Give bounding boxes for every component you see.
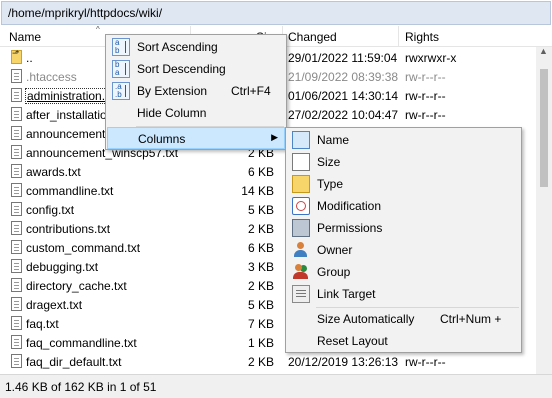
file-changed: 20/12/2019 13:26:13 <box>288 355 399 369</box>
column-divider[interactable] <box>398 26 399 46</box>
file-icon <box>11 183 22 197</box>
status-text: 1.46 KB of 162 KB in 1 of 51 <box>5 380 157 394</box>
size-automatically-menu-item[interactable]: Size Automatically Ctrl+Num + <box>287 308 520 330</box>
file-icon <box>11 354 22 368</box>
sort-descending-icon: ba <box>112 60 130 78</box>
table-row[interactable]: faq_dir_default.txt 2 KB 20/12/2019 13:2… <box>0 352 536 371</box>
path-bar[interactable]: /home/mprikryl/httpdocs/wiki/ <box>1 1 551 25</box>
parent-folder-icon <box>11 48 22 64</box>
lock-icon <box>292 219 310 237</box>
column-toggle-modification[interactable]: Modification <box>287 195 520 217</box>
status-bar: 1.46 KB of 162 KB in 1 of 51 <box>0 374 552 398</box>
file-name: debugging.txt <box>26 260 99 274</box>
file-rights: rw-r--r-- <box>405 70 446 84</box>
file-name: awards.txt <box>26 165 81 179</box>
file-size: 2 KB <box>247 279 274 293</box>
file-changed: 01/06/2021 14:30:14 <box>288 89 399 103</box>
sort-descending-menu-item[interactable]: ba Sort Descending <box>107 58 285 80</box>
file-size: 3 KB <box>247 260 274 274</box>
file-size: 1 KB <box>247 336 274 350</box>
columns-submenu: Name Size Type Modification Permissions … <box>285 127 522 353</box>
column-toggle-link-target[interactable]: Link Target <box>287 283 520 305</box>
clock-icon <box>292 197 310 215</box>
column-toggle-permissions[interactable]: Permissions <box>287 217 520 239</box>
user-icon <box>292 241 310 259</box>
file-name: dragext.txt <box>26 298 83 312</box>
hide-column-menu-item[interactable]: Hide Column <box>107 102 285 124</box>
checked-name-icon <box>292 131 310 149</box>
file-icon <box>11 69 22 83</box>
file-size: 5 KB <box>247 298 274 312</box>
file-name: administration. <box>24 88 108 104</box>
column-header-name[interactable]: Name <box>9 30 41 44</box>
file-name: .. <box>26 51 33 65</box>
file-icon <box>11 240 22 254</box>
file-name: faq_commandline.txt <box>26 336 137 350</box>
file-icon <box>11 316 22 330</box>
column-toggle-name[interactable]: Name <box>287 129 520 151</box>
file-rights: rw-r--r-- <box>405 108 446 122</box>
file-icon <box>11 164 22 178</box>
file-rights: rw-r--r-- <box>405 89 446 103</box>
file-rights: rw-r--r-- <box>405 355 446 369</box>
column-toggle-group[interactable]: Group <box>287 261 520 283</box>
file-size: 7 KB <box>247 317 274 331</box>
file-size: 5 KB <box>247 203 274 217</box>
file-icon <box>11 88 22 102</box>
group-icon <box>292 263 310 281</box>
file-name: .htaccess <box>26 70 77 84</box>
column-toggle-owner[interactable]: Owner <box>287 239 520 261</box>
columns-menu-item[interactable]: Columns ▶ <box>107 127 285 149</box>
sort-by-extension-icon: .a .b <box>112 82 130 100</box>
column-header-rights[interactable]: Rights <box>405 30 439 44</box>
size-column-icon <box>292 153 310 171</box>
file-icon <box>11 202 22 216</box>
file-name: directory_cache.txt <box>26 279 127 293</box>
file-icon <box>11 335 22 349</box>
file-size: 6 KB <box>247 165 274 179</box>
sort-ascending-indicator-icon: ^ <box>96 26 100 34</box>
sort-ascending-icon: ab <box>112 38 130 56</box>
file-name: after_installatio <box>26 108 107 122</box>
file-icon <box>11 259 22 273</box>
file-icon <box>11 278 22 292</box>
file-name: custom_command.txt <box>26 241 141 255</box>
file-name: config.txt <box>26 203 75 217</box>
file-icon <box>11 107 22 121</box>
column-toggle-size[interactable]: Size <box>287 151 520 173</box>
file-changed: 29/01/2022 11:59:04 <box>288 51 398 65</box>
file-icon <box>11 126 22 140</box>
file-size: 6 KB <box>247 241 274 255</box>
scroll-up-arrow-icon[interactable]: ▲ <box>539 46 548 56</box>
vertical-scrollbar[interactable]: ▲ <box>536 46 552 374</box>
file-size: 14 KB <box>241 184 274 198</box>
file-changed: 27/02/2022 10:04:47 <box>288 108 399 122</box>
column-context-menu: ab Sort Ascending ba Sort Descending .a.… <box>105 34 287 150</box>
column-toggle-type[interactable]: Type <box>287 173 520 195</box>
file-name: faq.txt <box>26 317 59 331</box>
link-target-icon <box>292 285 310 303</box>
file-size: 2 KB <box>247 355 274 369</box>
file-icon <box>11 297 22 311</box>
file-icon <box>11 145 22 159</box>
file-rights: rwxrwxr-x <box>405 51 457 65</box>
file-icon <box>11 221 22 235</box>
column-header-changed[interactable]: Changed <box>288 30 337 44</box>
file-size: 2 KB <box>247 222 274 236</box>
file-changed: 21/09/2022 08:39:38 <box>288 70 399 84</box>
file-name: faq_dir_default.txt <box>26 355 122 369</box>
scrollbar-thumb[interactable] <box>540 69 548 187</box>
file-name: commandline.txt <box>26 184 114 198</box>
type-column-icon <box>292 175 310 193</box>
submenu-arrow-icon: ▶ <box>271 132 278 142</box>
sort-ascending-menu-item[interactable]: ab Sort Ascending <box>107 36 285 58</box>
file-name: contributions.txt <box>26 222 111 236</box>
by-extension-menu-item[interactable]: .a .b By Extension Ctrl+F4 <box>107 80 285 102</box>
file-name: announcement <box>26 127 106 141</box>
path-text: /home/mprikryl/httpdocs/wiki/ <box>8 6 163 20</box>
reset-layout-menu-item[interactable]: Reset Layout <box>287 330 520 352</box>
